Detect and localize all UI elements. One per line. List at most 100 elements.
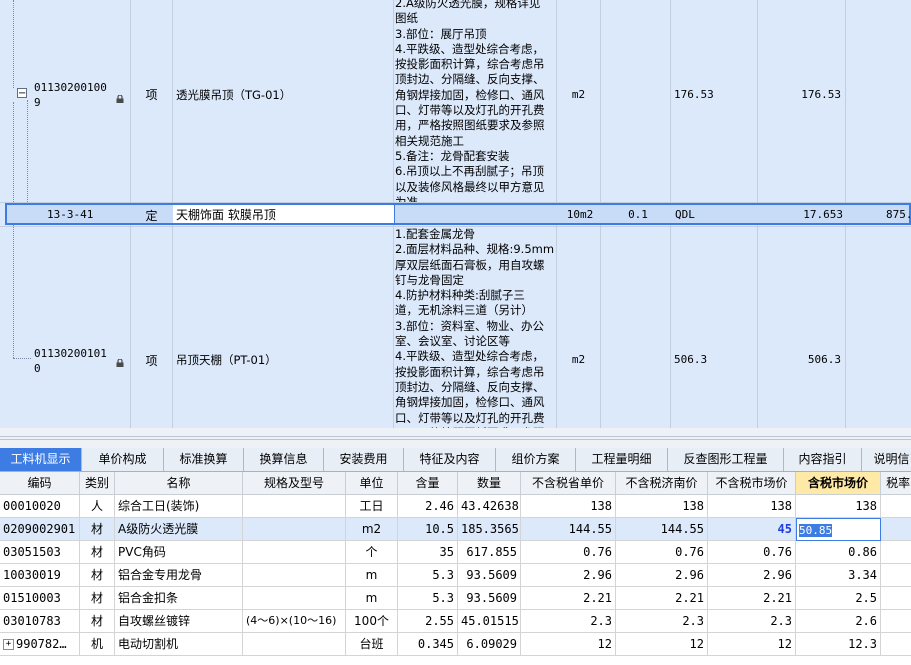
cell-quantity: 93.5609 — [458, 587, 521, 610]
tree-line — [13, 0, 15, 88]
cell-name: 铝合金专用龙骨 — [115, 564, 243, 587]
col-header-unit[interactable]: 单位 — [346, 472, 398, 495]
item-features: 2.A级防火透光膜，规格详见 图纸 3.部位：展厅吊顶 4.平跌级、造型处综合考… — [395, 0, 545, 202]
cell-spec — [243, 587, 346, 610]
col-header-content[interactable]: 含量 — [398, 472, 458, 495]
tab-features-content[interactable]: 特征及内容 — [404, 448, 496, 471]
cell-content: 35 — [398, 541, 458, 564]
tab-labor-material-machine[interactable]: 工料机显示 — [0, 448, 82, 471]
lock-icon — [116, 92, 124, 103]
cell-quantity: 45.01515 — [458, 610, 521, 633]
quota-row-selected[interactable]: 13-3-41 定 天棚饰面 软膜吊顶 10m2 0.1 QDL 17.653 … — [5, 203, 911, 225]
tab-description[interactable]: 说明信 — [862, 448, 911, 471]
item-unit: m2 — [571, 353, 586, 366]
cell-quantity: 617.855 — [458, 541, 521, 564]
tax-market-price-editor[interactable]: 50.85 — [796, 518, 881, 541]
cell-quantity: 93.5609 — [458, 564, 521, 587]
quota-factor: 0.1 — [628, 208, 648, 221]
cell-market-price: 2.3 — [708, 610, 796, 633]
cell-market-price: 45 — [708, 518, 796, 541]
tree-line — [13, 102, 15, 358]
tab-content-guide[interactable]: 内容指引 — [784, 448, 862, 471]
tab-conversion-info[interactable]: 换算信息 — [244, 448, 324, 471]
cell-code: 990782… — [16, 637, 67, 651]
cell-tax-market-price[interactable]: 3.34 — [796, 564, 881, 587]
cell-category: 材 — [80, 541, 115, 564]
tab-installation-fee[interactable]: 安装费用 — [324, 448, 404, 471]
cell-tax-market-price: 50.85 — [799, 524, 833, 537]
cell-spec — [243, 518, 346, 541]
col-header-spec[interactable]: 规格及型号 — [243, 472, 346, 495]
cell-code: 00010020 — [0, 495, 80, 518]
cell-jinan-price: 2.21 — [616, 587, 708, 610]
quota-quantity: 17.653 — [803, 208, 843, 221]
tab-reverse-lookup[interactable]: 反查图形工程量 — [668, 448, 784, 471]
tab-quantity-detail[interactable]: 工程量明细 — [576, 448, 668, 471]
col-header-code[interactable]: 编码 — [0, 472, 80, 495]
tree-line — [27, 100, 29, 214]
tab-pricing-plan[interactable]: 组价方案 — [496, 448, 576, 471]
col-header-prov-price[interactable]: 不含税省单价 — [521, 472, 616, 495]
col-header-category[interactable]: 类别 — [80, 472, 115, 495]
cell-prov-price: 12 — [521, 633, 616, 656]
col-header-jinan-price[interactable]: 不含税济南价 — [616, 472, 708, 495]
table-row[interactable]: 01510003 材 铝合金扣条 m 5.3 93.5609 2.21 2.21… — [0, 587, 911, 610]
item-code: 01130200100 9 — [34, 81, 107, 109]
cell-prov-price: 2.3 — [521, 610, 616, 633]
cell-market-price: 0.76 — [708, 541, 796, 564]
cell-category: 材 — [80, 610, 115, 633]
tab-standard-conversion[interactable]: 标准换算 — [164, 448, 244, 471]
cell-tax-rate — [881, 518, 911, 541]
cell-prov-price: 2.21 — [521, 587, 616, 610]
cell-prov-price: 2.96 — [521, 564, 616, 587]
item-unit: m2 — [571, 88, 586, 101]
splitter-line — [0, 436, 911, 437]
col-header-tax-rate[interactable]: 税率( — [881, 472, 911, 495]
cell-category: 材 — [80, 518, 115, 541]
cell-content: 5.3 — [398, 564, 458, 587]
cell-category: 材 — [80, 564, 115, 587]
table-row[interactable]: +990782… 机 电动切割机 台班 0.345 6.09029 12 12 … — [0, 633, 911, 656]
cell-spec — [243, 633, 346, 656]
quota-name-input[interactable]: 天棚饰面 软膜吊顶 — [173, 205, 395, 223]
cell-code: 01510003 — [0, 587, 80, 610]
lock-icon — [116, 356, 124, 367]
item-quantity-expr: 506.3 — [674, 353, 708, 366]
plus-box-icon[interactable]: + — [3, 639, 14, 650]
table-row[interactable]: 00010020 人 综合工日(装饰) 工日 2.46 43.42638 138… — [0, 495, 911, 518]
cell-content: 2.55 — [398, 610, 458, 633]
grid-header: 编码 类别 名称 规格及型号 单位 含量 数量 不含税省单价 不含税济南价 不含… — [0, 472, 911, 495]
col-header-tax-market-price[interactable]: 含税市场价 — [796, 472, 881, 495]
cell-code-expandable[interactable]: +990782… — [0, 633, 80, 656]
item-code: 01130200101 0 — [34, 347, 107, 375]
table-row[interactable]: 03051503 材 PVC角码 个 35 617.855 0.76 0.76 … — [0, 541, 911, 564]
pane-splitter[interactable] — [0, 428, 911, 448]
cell-tax-market-price[interactable]: 2.5 — [796, 587, 881, 610]
cell-tax-market-price[interactable]: 0.86 — [796, 541, 881, 564]
collapse-icon[interactable]: − — [17, 88, 27, 99]
cell-category: 材 — [80, 587, 115, 610]
tab-unit-price-composition[interactable]: 单价构成 — [82, 448, 164, 471]
cell-tax-market-price[interactable]: 12.3 — [796, 633, 881, 656]
cell-tax-market-price[interactable]: 2.6 — [796, 610, 881, 633]
cell-tax-market-price[interactable]: 138 — [796, 495, 881, 518]
cell-spec: (4～6)×(10～16) — [243, 610, 346, 633]
cell-code: 03051503 — [0, 541, 80, 564]
cell-content: 10.5 — [398, 518, 458, 541]
cell-category: 人 — [80, 495, 115, 518]
cell-unit: m2 — [346, 518, 398, 541]
table-row[interactable]: 10030019 材 铝合金专用龙骨 m 5.3 93.5609 2.96 2.… — [0, 564, 911, 587]
item-quantity: 506.3 — [807, 353, 841, 366]
quota-type: 定 — [145, 209, 158, 223]
col-header-quantity[interactable]: 数量 — [458, 472, 521, 495]
quota-unit: 10m2 — [566, 208, 594, 221]
col-header-market-price[interactable]: 不含税市场价 — [708, 472, 796, 495]
table-row-selected[interactable]: 0209002901 材 A级防火透光膜 m2 10.5 185.3565 14… — [0, 518, 911, 541]
cell-category: 机 — [80, 633, 115, 656]
table-row[interactable]: 03010783 材 自攻螺丝镀锌 (4～6)×(10～16) 100个 2.5… — [0, 610, 911, 633]
cell-content: 2.46 — [398, 495, 458, 518]
col-header-name[interactable]: 名称 — [115, 472, 243, 495]
cell-prov-price: 144.55 — [521, 518, 616, 541]
cell-spec — [243, 495, 346, 518]
boq-list-pane: − 01130200100 9 项 透光膜吊顶（TG-01） 2.A级防火透光膜… — [0, 0, 911, 428]
